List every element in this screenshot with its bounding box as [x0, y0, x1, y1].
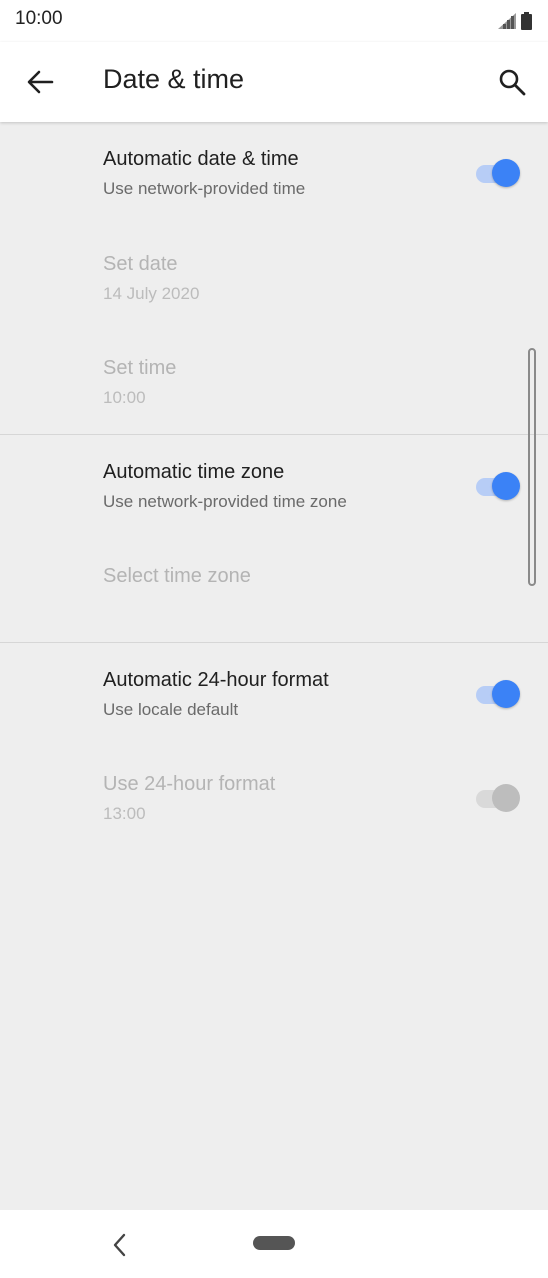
setting-title: Set time	[103, 357, 177, 379]
setting-value: 13:00	[103, 804, 146, 823]
use-24-hour-toggle	[474, 783, 520, 813]
status-bar: 10:00	[0, 0, 548, 42]
setting-title: Automatic date & time	[103, 148, 299, 170]
camera-notch	[238, 0, 310, 40]
section-divider	[0, 642, 548, 643]
battery-icon	[521, 12, 532, 30]
setting-title: Set date	[103, 253, 178, 275]
nav-back-icon[interactable]	[110, 1232, 130, 1258]
setting-title: Automatic time zone	[103, 461, 285, 483]
setting-subtitle: Use network-provided time zone	[103, 492, 347, 511]
app-bar: Date & time	[0, 42, 548, 122]
automatic-time-zone-setting[interactable]: Automatic time zone Use network-provided…	[0, 453, 548, 533]
set-time-setting: Set time 10:00	[0, 349, 548, 429]
set-date-setting: Set date 14 July 2020	[0, 245, 548, 325]
home-pill-button[interactable]	[253, 1236, 295, 1250]
use-24-hour-setting: Use 24-hour format 13:00	[0, 765, 548, 845]
setting-value: 10:00	[103, 388, 146, 407]
setting-subtitle: Use network-provided time	[103, 179, 306, 198]
select-time-zone-setting: Select time zone	[0, 557, 548, 617]
automatic-date-time-toggle[interactable]	[474, 158, 520, 188]
scrollbar[interactable]	[528, 348, 536, 586]
automatic-24-hour-toggle[interactable]	[474, 679, 520, 709]
setting-title: Automatic 24-hour format	[103, 669, 329, 691]
back-arrow-icon[interactable]	[26, 68, 54, 96]
status-icons	[497, 10, 532, 30]
page-title: Date & time	[103, 64, 245, 94]
status-time: 10:00	[15, 8, 63, 29]
setting-title: Use 24-hour format	[103, 773, 276, 795]
setting-value: 14 July 2020	[103, 284, 200, 303]
search-icon[interactable]	[498, 68, 526, 96]
automatic-time-zone-toggle[interactable]	[474, 471, 520, 501]
automatic-24-hour-setting[interactable]: Automatic 24-hour format Use locale defa…	[0, 661, 548, 741]
setting-title: Select time zone	[103, 565, 251, 587]
section-divider	[0, 434, 548, 435]
signal-icon	[498, 13, 516, 29]
automatic-date-time-setting[interactable]: Automatic date & time Use network-provid…	[0, 140, 548, 220]
setting-subtitle: Use locale default	[103, 700, 239, 719]
